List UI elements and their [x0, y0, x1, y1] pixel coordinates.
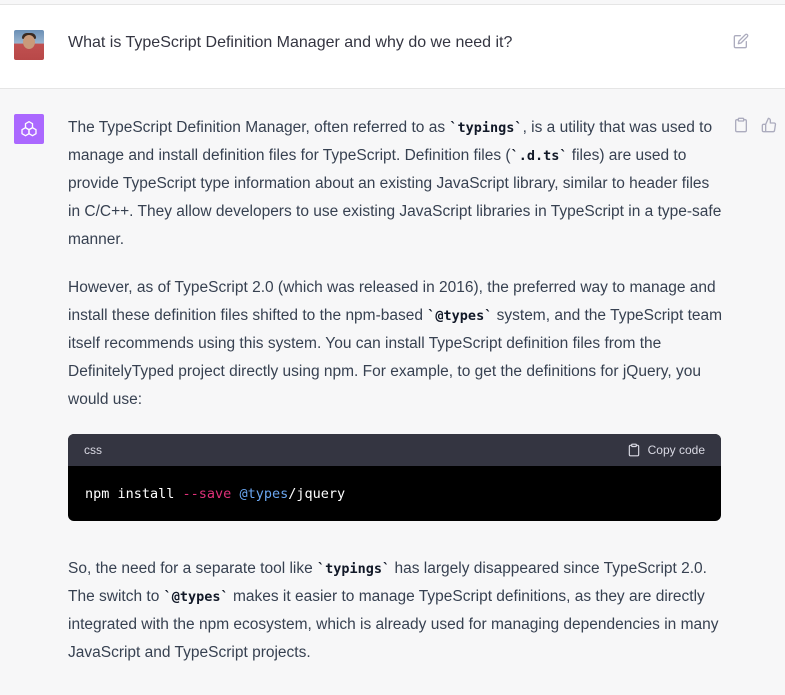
- code-body: npm install --save @types/jquery: [68, 466, 721, 521]
- paragraph-3: So, the need for a separate tool like `t…: [68, 555, 724, 667]
- inline-code-typings: `typings`: [317, 561, 391, 577]
- code-token-flag: --save: [182, 485, 232, 502]
- user-avatar: [14, 30, 44, 60]
- chatgpt-logo-icon: [14, 114, 44, 144]
- clipboard-icon: [628, 443, 639, 457]
- code-block: css Copy code npm install --save @types /…: [68, 434, 721, 521]
- assistant-message-row: The TypeScript Definition Manager, often…: [0, 89, 785, 695]
- inline-code-typings: `typings`: [449, 120, 523, 136]
- paragraph-1: The TypeScript Definition Manager, often…: [68, 114, 724, 254]
- copy-code-label: Copy code: [647, 443, 705, 457]
- copy-code-button[interactable]: Copy code: [627, 436, 705, 464]
- avatar-face: [23, 35, 35, 49]
- code-language-label: css: [84, 443, 102, 457]
- text-span: The TypeScript Definition Manager, often…: [68, 119, 450, 136]
- text-span: So, the need for a separate tool like: [68, 560, 318, 577]
- assistant-message-content: The TypeScript Definition Manager, often…: [68, 114, 724, 687]
- edit-icon[interactable]: [733, 33, 749, 49]
- code-token-scope: @types: [239, 485, 289, 502]
- code-block-header: css Copy code: [68, 434, 721, 466]
- inline-code-types: `@types`: [163, 589, 229, 605]
- inline-code-types: `@types`: [427, 308, 493, 324]
- paragraph-2: However, as of TypeScript 2.0 (which was…: [68, 274, 724, 414]
- inline-code-dts: `.d.ts`: [510, 148, 568, 164]
- code-token-command: npm install: [85, 485, 183, 502]
- code-token-package: /jquery: [288, 485, 346, 502]
- user-message-text: What is TypeScript Definition Manager an…: [68, 34, 513, 51]
- user-message-row: What is TypeScript Definition Manager an…: [0, 5, 785, 89]
- thumbs-up-icon[interactable]: [761, 117, 777, 133]
- clipboard-icon[interactable]: [733, 117, 749, 133]
